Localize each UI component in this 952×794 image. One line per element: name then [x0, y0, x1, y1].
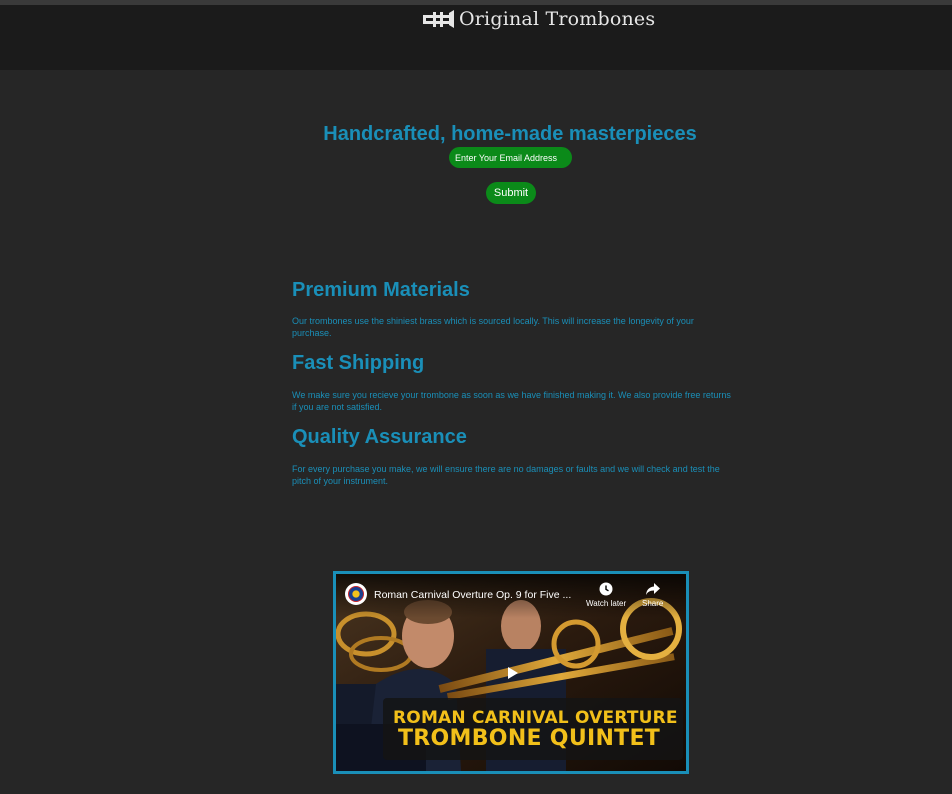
hero-title: Handcrafted, home-made masterpieces: [323, 123, 697, 146]
site-header: Original Trombones: [0, 5, 952, 70]
feature-text-premium-materials: Our trombones use the shiniest brass whi…: [292, 316, 694, 338]
feature-title-fast-shipping: Fast Shipping: [292, 352, 425, 374]
video-title[interactable]: Roman Carnival Overture Op. 9 for Five .…: [374, 589, 584, 601]
channel-avatar-icon[interactable]: [345, 583, 367, 605]
share-button[interactable]: Share: [642, 582, 663, 608]
trombone-logo-icon: [423, 10, 454, 28]
email-input[interactable]: [449, 147, 572, 168]
site-logo[interactable]: Original Trombones: [421, 8, 655, 30]
feature-title-premium-materials: Premium Materials: [292, 279, 470, 301]
video-embed[interactable]: Roman Carnival Overture Op. 9 for Five .…: [333, 571, 689, 774]
feature-title-quality-assurance: Quality Assurance: [292, 426, 467, 448]
overlay-line-1: ROMAN CARNIVAL OVERTURE: [393, 708, 678, 728]
watch-later-label: Watch later: [586, 599, 627, 608]
brand-name: Original Trombones: [459, 8, 656, 30]
share-label: Share: [642, 599, 664, 608]
feature-text-fast-shipping: We make sure you recieve your trombone a…: [292, 390, 731, 412]
share-arrow-icon: [645, 583, 660, 595]
submit-button[interactable]: Submit: [486, 182, 536, 204]
watch-later-button[interactable]: Watch later: [586, 582, 626, 608]
feature-text-quality-assurance: For every purchase you make, we will ens…: [292, 464, 720, 486]
overlay-line-2: TROMBONE QUINTET: [398, 726, 661, 751]
clock-icon: [599, 582, 613, 596]
play-icon[interactable]: [497, 661, 527, 685]
